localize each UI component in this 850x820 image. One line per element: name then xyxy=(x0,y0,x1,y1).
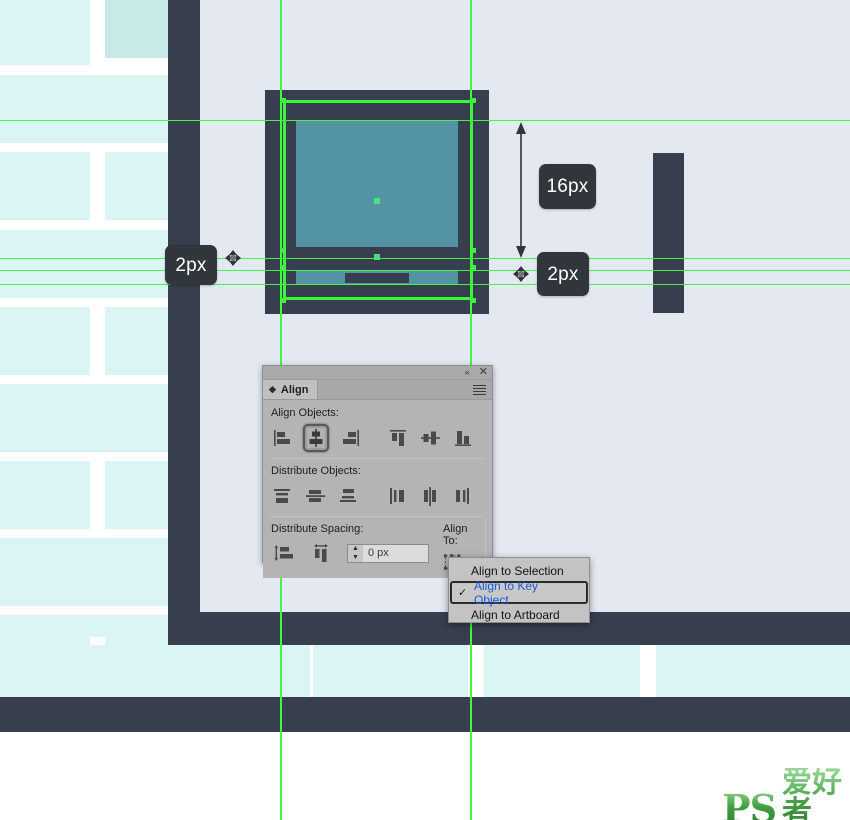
align-objects-label: Align Objects: xyxy=(271,407,339,419)
align-bottom-edges-button[interactable] xyxy=(452,424,476,452)
panel-divider xyxy=(271,458,484,459)
align-to-dropdown-menu[interactable]: ✓ Align to Selection ✓ Align to Key Obje… xyxy=(448,557,590,623)
watermark-cn-text: 爱好者 xyxy=(782,768,850,820)
selection-anchor[interactable] xyxy=(281,248,286,253)
selection-anchor[interactable] xyxy=(471,98,476,103)
menu-item-label: Align to Key Object xyxy=(474,578,539,607)
selection-anchor[interactable] xyxy=(471,248,476,253)
distribute-spacing-group: Distribute Spacing: ▲ ▼ 0 px xyxy=(271,523,429,567)
brick-seam xyxy=(310,645,313,697)
brick xyxy=(0,384,168,452)
menu-item-align-to-key-object[interactable]: ✓ Align to Key Object xyxy=(450,578,588,607)
smart-guide-double-arrow-icon xyxy=(225,250,241,266)
distribute-vertical-top-button[interactable] xyxy=(271,482,296,510)
align-right-edges-button[interactable] xyxy=(337,424,361,452)
distribute-vertical-space-button[interactable] xyxy=(271,539,299,567)
object-center-point xyxy=(374,254,380,260)
brick xyxy=(105,461,169,529)
spacing-value-input[interactable]: 0 px xyxy=(363,544,428,562)
menu-item-align-to-artboard[interactable]: ✓ Align to Artboard xyxy=(449,604,589,625)
align-objects-row xyxy=(271,423,484,453)
align-horizontal-centers-button[interactable] xyxy=(303,424,330,452)
brick xyxy=(0,152,90,220)
collapse-icon[interactable]: « xyxy=(465,368,470,377)
brick xyxy=(0,0,90,65)
brick xyxy=(105,0,170,58)
object-center-point xyxy=(374,198,380,204)
brick xyxy=(0,461,90,529)
distribute-vertical-bottom-button[interactable] xyxy=(336,482,361,510)
illustration-side-bar xyxy=(653,153,684,313)
panel-body: Align Objects: Distribute Objects: Distr… xyxy=(263,400,492,578)
distribute-objects-label: Distribute Objects: xyxy=(271,465,361,477)
distribute-objects-row xyxy=(271,481,484,511)
distribute-spacing-row: ▲ ▼ 0 px xyxy=(271,539,429,567)
tab-diamond-icon: ◆ xyxy=(269,384,276,394)
tab-align-label: Align xyxy=(280,383,309,396)
spacing-stepper[interactable]: ▲ ▼ 0 px xyxy=(347,543,429,563)
close-icon[interactable]: ✕ xyxy=(479,367,488,378)
brick-band xyxy=(0,645,850,697)
brick xyxy=(105,307,169,375)
selection-anchor[interactable] xyxy=(471,298,476,303)
align-to-label: Align To: xyxy=(443,523,468,547)
selection-anchor[interactable] xyxy=(281,298,286,303)
distribute-vertical-center-button[interactable] xyxy=(304,482,329,510)
tab-align[interactable]: ◆ Align xyxy=(263,380,319,399)
align-vertical-centers-button[interactable] xyxy=(419,424,443,452)
brick xyxy=(0,307,90,375)
distribute-horizontal-left-button[interactable] xyxy=(386,482,411,510)
vertical-measure-arrow xyxy=(516,122,526,258)
brick xyxy=(105,152,169,220)
panel-tab-row[interactable]: ◆ Align xyxy=(263,380,492,400)
measurement-value: 16px xyxy=(546,176,589,197)
align-left-edges-button[interactable] xyxy=(271,424,295,452)
brick xyxy=(0,230,168,298)
smart-guide-double-arrow-icon xyxy=(513,266,529,282)
panel-divider xyxy=(271,516,484,517)
watermark-ps-text: PS xyxy=(722,790,777,820)
menu-item-label: Align to Artboard xyxy=(471,607,560,622)
distribute-spacing-label: Distribute Spacing: xyxy=(271,523,364,535)
measurement-badge-right: 2px xyxy=(537,252,589,296)
selection-anchor[interactable] xyxy=(471,265,476,270)
brick-seam xyxy=(640,645,656,697)
check-icon: ✓ xyxy=(458,587,468,599)
selection-anchor[interactable] xyxy=(281,265,286,270)
measurement-badge-left: 2px xyxy=(165,245,217,285)
measurement-value: 2px xyxy=(175,254,207,276)
distribute-horizontal-center-button[interactable] xyxy=(419,482,444,510)
panel-titlebar[interactable]: « ✕ xyxy=(263,366,492,380)
align-panel[interactable]: « ✕ ◆ Align Align Objects: Distribute Ob… xyxy=(262,365,493,578)
distribute-horizontal-right-button[interactable] xyxy=(451,482,476,510)
menu-item-label: Align to Selection xyxy=(471,563,564,578)
screenshot-root: 2px 2px 16px « ✕ ◆ Align Align Objects: … xyxy=(0,0,850,820)
distribute-horizontal-space-button[interactable] xyxy=(307,539,335,567)
align-top-edges-button[interactable] xyxy=(387,424,411,452)
stepper-arrows-icon[interactable]: ▲ ▼ xyxy=(348,545,363,561)
brick xyxy=(0,75,168,143)
illustration-floor-bar xyxy=(0,697,850,732)
measurement-badge-vertical: 16px xyxy=(539,164,596,209)
illustration-left-wall xyxy=(168,0,200,665)
measurement-value: 2px xyxy=(547,263,579,285)
watermark-logo: PS 爱好者 www.psahz.com xyxy=(722,768,850,820)
selection-anchor[interactable] xyxy=(281,98,286,103)
panel-menu-icon[interactable] xyxy=(473,385,486,397)
brick xyxy=(0,538,168,606)
